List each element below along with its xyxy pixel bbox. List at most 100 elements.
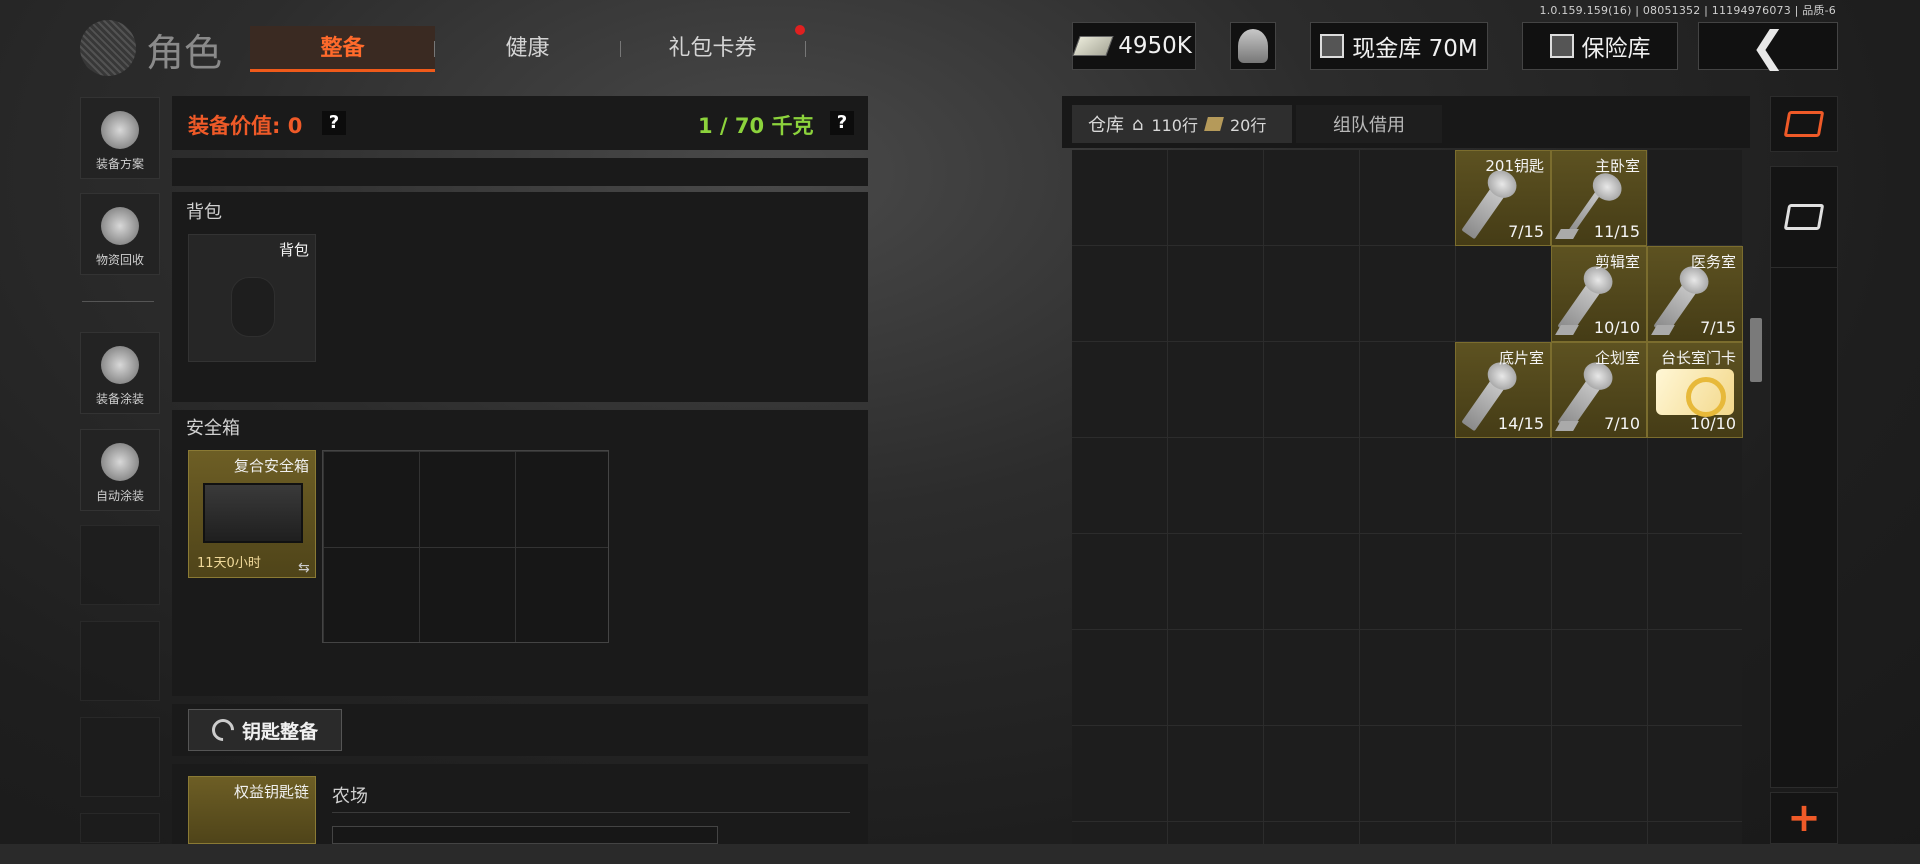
sort-button[interactable] — [1770, 96, 1838, 152]
item-durability: 7/15 — [1508, 222, 1544, 241]
item-name: 底片室 — [1498, 349, 1544, 367]
sidebar-item-label: 物资回收 — [95, 253, 144, 267]
keycard-icon — [1656, 369, 1734, 417]
warehouse-rows-home: 110行 — [1151, 116, 1198, 135]
backpack-section-title: 背包 — [186, 202, 222, 223]
tab-divider — [805, 41, 806, 57]
back-button[interactable]: ❮ — [1698, 21, 1838, 71]
warehouse-item-key[interactable]: 剪辑室 10/10 — [1551, 246, 1647, 342]
page-title: 角色 — [146, 31, 223, 75]
brush-gear-icon — [101, 443, 139, 481]
tab-health[interactable]: 健康 — [460, 26, 595, 72]
warehouse-item-card[interactable]: 台长室门卡 10/10 — [1647, 342, 1743, 438]
safebox-section-title: 安全箱 — [186, 418, 240, 439]
safe-icon — [1549, 34, 1574, 58]
safebox-item[interactable]: 复合安全箱 11天0小时 — [188, 450, 316, 578]
broken-icon — [1555, 325, 1579, 335]
safe-vault-label: 保险库 — [1581, 36, 1651, 62]
tab-team-borrow[interactable]: 组队借用 — [1296, 105, 1442, 143]
broken-icon — [1651, 325, 1675, 335]
recycle-icon — [101, 207, 139, 245]
warehouse-item-key[interactable]: 医务室 7/15 — [1647, 246, 1743, 342]
sidebar-item-recycle[interactable]: 物资回收 — [80, 193, 160, 275]
keychain-location: 农场 — [332, 786, 368, 807]
stack-collect-button[interactable] — [1770, 166, 1838, 268]
tab-divider — [620, 41, 621, 57]
tab-gift-coupons[interactable]: 礼包卡券 — [645, 26, 780, 72]
warehouse-item-key[interactable]: 201钥匙 7/15 — [1455, 150, 1551, 246]
item-durability: 10/10 — [1689, 414, 1736, 433]
loadout-strip — [172, 158, 868, 186]
bottom-bar — [0, 844, 1920, 864]
cash-display: 4950K — [1072, 22, 1196, 70]
item-name: 医务室 — [1690, 253, 1736, 271]
agent-icon — [1238, 29, 1268, 63]
back-arrow-icon: ❮ — [1750, 21, 1786, 71]
key-loadout-label: 钥匙整备 — [241, 720, 318, 743]
item-name: 企划室 — [1594, 349, 1640, 367]
safebox-item-name: 复合安全箱 — [233, 457, 309, 475]
weight-value: 1 / 70 千克 — [698, 114, 814, 138]
sidebar-item-auto-skin[interactable]: 自动涂装 — [80, 429, 160, 511]
key-loadout-button[interactable]: 钥匙整备 — [188, 709, 342, 751]
backpack-silhouette-icon — [231, 277, 275, 337]
sidebar-empty-slot — [80, 813, 160, 843]
weight-help-button[interactable]: ? — [830, 111, 854, 135]
warehouse-item-key[interactable]: 主卧室 11/15 — [1551, 150, 1647, 246]
item-durability: 10/10 — [1593, 318, 1640, 337]
cash-amount: 4950K — [1118, 33, 1192, 59]
ticket-icon — [1204, 117, 1224, 131]
swap-icon[interactable]: ⇆ — [298, 560, 310, 576]
sidebar-item-label: 自动涂装 — [95, 489, 144, 503]
backpack-slot-label: 背包 — [278, 241, 309, 259]
agent-button[interactable] — [1230, 22, 1276, 70]
cash-icon — [1072, 36, 1114, 56]
item-durability: 14/15 — [1497, 414, 1544, 433]
item-durability: 11/15 — [1593, 222, 1640, 241]
home-icon: ⌂ — [1132, 113, 1144, 135]
item-name: 主卧室 — [1594, 157, 1640, 175]
keychain-item-name: 权益钥匙链 — [233, 783, 309, 801]
item-durability: 7/15 — [1700, 318, 1736, 337]
broken-icon — [1555, 229, 1579, 239]
helmet-icon — [101, 111, 139, 149]
sidebar-item-loadout-plan[interactable]: 装备方案 — [80, 97, 160, 179]
safe-vault-button[interactable]: 保险库 — [1522, 22, 1678, 70]
vault-icon — [1320, 34, 1345, 58]
sidebar-item-label: 装备涂装 — [95, 392, 144, 406]
safebox-icon — [203, 483, 303, 543]
keychain-item[interactable]: 权益钥匙链 — [188, 776, 316, 844]
soldier-icon — [101, 346, 139, 384]
character-logo-icon — [80, 20, 136, 76]
safebox-grid[interactable] — [322, 450, 609, 643]
value-help-button[interactable]: ? — [322, 111, 346, 135]
warehouse-item-key[interactable]: 底片室 14/15 — [1455, 342, 1551, 438]
sort-stack-icon — [1783, 111, 1825, 137]
version-text: 1.0.159.159(16) | 08051352 | 11194976073… — [1539, 4, 1836, 17]
warehouse-item-key[interactable]: 企划室 7/10 — [1551, 342, 1647, 438]
sidebar-empty-slot — [80, 621, 160, 701]
plus-icon: + — [1787, 795, 1821, 841]
backpack-slot[interactable]: 背包 — [188, 234, 316, 362]
expand-warehouse-button[interactable]: + — [1770, 792, 1838, 844]
tab-warehouse[interactable]: 仓库 ⌂ 110行 20行 — [1072, 105, 1292, 143]
warehouse-scrollbar[interactable] — [1750, 318, 1762, 382]
broken-icon — [1555, 421, 1579, 431]
sidebar-divider — [82, 301, 154, 302]
keychain-divider — [332, 812, 850, 813]
key-icon — [1461, 172, 1515, 240]
sidebar-empty-slot — [80, 525, 160, 605]
cash-vault-button[interactable]: 现金库 70M — [1310, 22, 1488, 70]
keychain-grid[interactable] — [332, 826, 718, 844]
cash-vault-label: 现金库 70M — [1352, 36, 1478, 62]
wrench-icon — [207, 714, 239, 746]
sidebar-item-skin[interactable]: 装备涂装 — [80, 332, 160, 414]
sidebar-empty-slot — [80, 717, 160, 797]
item-name: 剪辑室 — [1594, 253, 1640, 271]
tab-loadout[interactable]: 整备 — [250, 26, 435, 72]
item-name: 201钥匙 — [1485, 157, 1544, 175]
layers-download-icon — [1783, 204, 1825, 230]
warehouse-rows-extra: 20行 — [1229, 116, 1267, 135]
safebox-timer: 11天0小时 — [197, 556, 261, 571]
notification-dot — [795, 25, 805, 35]
